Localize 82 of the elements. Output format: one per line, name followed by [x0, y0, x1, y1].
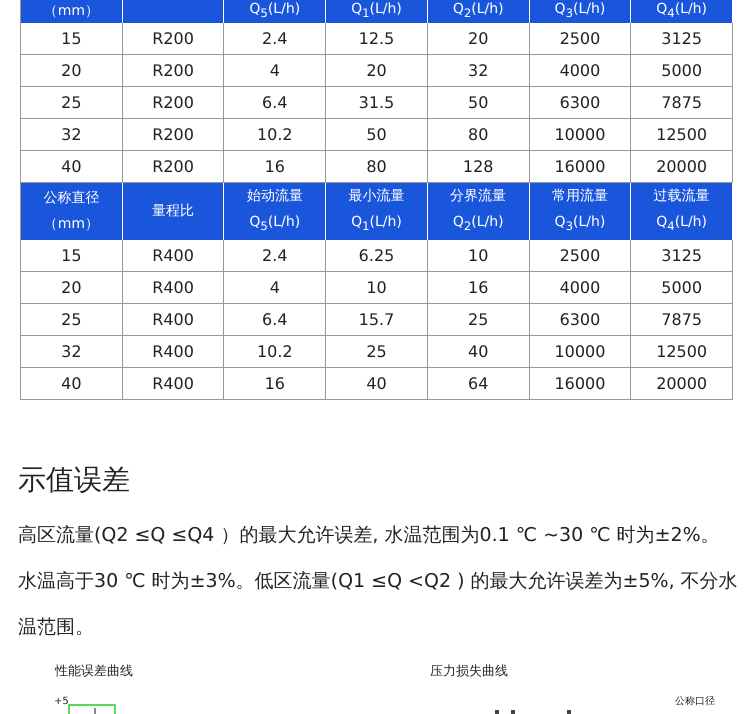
table-cell: 4000	[530, 272, 632, 304]
table-cell: R200	[122, 54, 224, 87]
description-text: 高区流量(Q2 ≤Q ≤Q4 ）的最大允许误差, 水温范围为0.1 ℃ ~30 ℃ 时为±2%。水温高于30 ℃ 时为±3%。低区流量(Q1 ≤Q <Q2 ) 的最大允许误差为±5%, 不分水温范围。	[18, 523, 738, 640]
table-cell: R200	[122, 118, 224, 151]
table-cell: 7875	[631, 304, 733, 336]
table-cell: 10	[428, 240, 530, 272]
table-cell: 20000	[631, 368, 733, 400]
table-cell: 2500	[530, 240, 632, 272]
column-header: （mm）	[21, 0, 123, 23]
column-header: Q$_{2}$(L/h)	[428, 0, 530, 23]
table-cell: 40	[326, 368, 428, 400]
table-cell: 4000	[530, 54, 632, 87]
table-cell: 5000	[631, 272, 733, 304]
table-cell: R200	[122, 86, 224, 119]
chart-title: 性能误差曲线	[55, 663, 133, 680]
table-cell: 12500	[631, 118, 733, 151]
table-cell: R200	[122, 22, 224, 55]
table-cell: R400	[122, 336, 224, 368]
table-cell: 15.7	[326, 304, 428, 336]
table-cell: 20	[21, 272, 123, 304]
table-cell: 10	[326, 272, 428, 304]
table-cell: 2.4	[224, 22, 326, 55]
table-cell: 25	[21, 86, 123, 119]
table-cell: 25	[428, 304, 530, 336]
table-cell: 7875	[631, 86, 733, 119]
table-cell: 15	[21, 22, 123, 55]
axis-label: +5	[54, 696, 69, 707]
table-cell: 50	[326, 118, 428, 151]
column-header: 公称直径（mm）	[21, 182, 123, 240]
table-cell: 6300	[530, 304, 632, 336]
table-cell: 5000	[631, 54, 733, 87]
table-cell: 6.4	[224, 86, 326, 119]
chart-title: 压力损失曲线	[430, 663, 508, 680]
column-header: 分界流量Q$_{2}$(L/h)	[428, 182, 530, 240]
axis-label: 公称口径	[675, 695, 715, 708]
table-cell: 32	[428, 54, 530, 87]
column-header: 最小流量Q$_{1}$(L/h)	[326, 182, 428, 240]
column-header: 量程比	[122, 182, 224, 240]
table-cell: 6.4	[224, 304, 326, 336]
column-header: 过载流量Q$_{4}$(L/h)	[631, 182, 733, 240]
table-cell: 6300	[530, 86, 632, 119]
table-cell: 25	[326, 336, 428, 368]
table-cell: 2.4	[224, 240, 326, 272]
table-cell: 40	[428, 336, 530, 368]
table-cell: 32	[21, 336, 123, 368]
table-cell: 3125	[631, 22, 733, 55]
table-cell: 10000	[530, 118, 632, 151]
column-header: Q$_{1}$(L/h)	[326, 0, 428, 23]
table-cell: 3125	[631, 240, 733, 272]
table-cell: 20	[326, 54, 428, 87]
table-cell: 32	[21, 118, 123, 151]
table-cell: 20	[428, 22, 530, 55]
table-cell: 20	[21, 54, 123, 87]
table-cell: 10.2	[224, 336, 326, 368]
table-cell: 10.2	[224, 118, 326, 151]
table-cell: 2500	[530, 22, 632, 55]
table-cell: R400	[122, 240, 224, 272]
column-header: Q$_{5}$(L/h)	[224, 0, 326, 23]
table-cell: 4	[224, 272, 326, 304]
table-cell: 12.5	[326, 22, 428, 55]
table-cell: R400	[122, 368, 224, 400]
table-cell: 40	[21, 368, 123, 400]
table-cell: 16	[224, 368, 326, 400]
table-cell: 31.5	[326, 86, 428, 119]
column-header: Q$_{4}$(L/h)	[631, 0, 733, 23]
table-cell: R400	[122, 304, 224, 336]
table-cell: 50	[428, 86, 530, 119]
table-cell: 15	[21, 240, 123, 272]
table-cell: 4	[224, 54, 326, 87]
table-cell: 80	[428, 118, 530, 151]
table-cell: R400	[122, 272, 224, 304]
table-cell: 16000	[530, 368, 632, 400]
table-cell: 64	[428, 368, 530, 400]
table-cell: 6.25	[326, 240, 428, 272]
column-header: 始动流量Q$_{5}$(L/h)	[224, 182, 326, 240]
section-title: 示值误差	[18, 462, 131, 498]
column-header: Q$_{3}$(L/h)	[530, 0, 632, 23]
table-cell: 25	[21, 304, 123, 336]
table-cell: 10000	[530, 336, 632, 368]
table-cell: 16	[428, 272, 530, 304]
table-cell: 12500	[631, 336, 733, 368]
column-header: 常用流量Q$_{3}$(L/h)	[530, 182, 632, 240]
